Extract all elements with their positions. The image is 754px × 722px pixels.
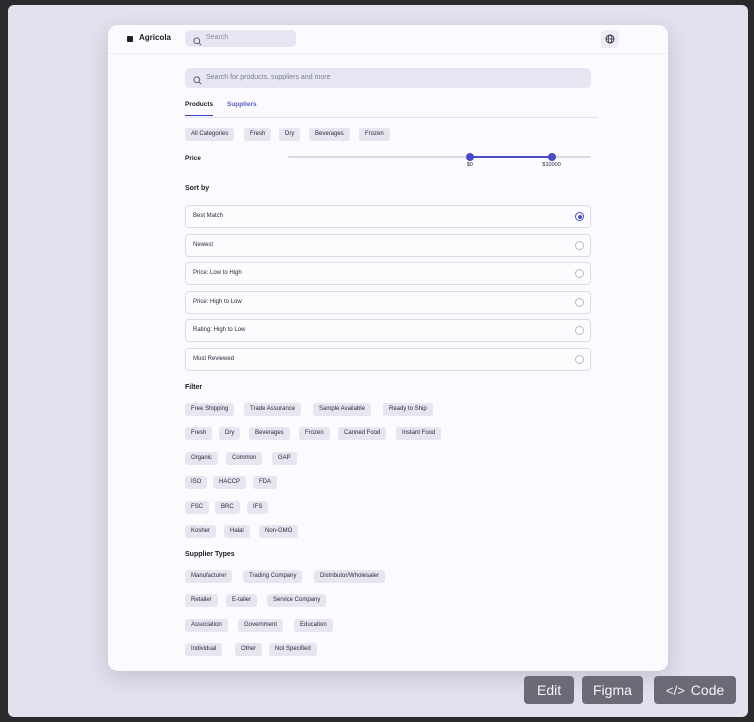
logo-icon — [127, 36, 133, 42]
tab-bar: Products Suppliers — [185, 99, 598, 118]
language-button[interactable] — [601, 30, 619, 48]
supplier-chip-manufacturer[interactable]: Manufacturer — [185, 570, 233, 583]
preview-stage: Agricola Search Search for products, sup… — [8, 5, 748, 717]
app-window: Agricola Search Search for products, sup… — [108, 25, 668, 671]
filter-chip-organic[interactable]: Organic — [185, 452, 219, 465]
supplier-chip-not-specified[interactable]: Not Specified — [269, 643, 317, 656]
filter-chip-iso[interactable]: ISO — [185, 476, 208, 489]
sort-option-label: Best Match — [193, 213, 224, 219]
price-min-value: $0 — [466, 162, 473, 168]
sort-option-label: Price: Low to High — [193, 270, 242, 276]
header-search-placeholder: Search — [206, 34, 229, 41]
supplier-chip-other[interactable]: Other — [235, 643, 263, 656]
filter-chip-fsc[interactable]: FSC — [185, 501, 209, 514]
header-search-input[interactable]: Search — [185, 30, 296, 47]
price-max-value: $10000 — [542, 162, 561, 168]
filter-chip-frozen[interactable]: Frozen — [299, 427, 330, 440]
sort-option-best-match[interactable]: Best Match — [185, 205, 591, 228]
category-chip-frozen[interactable]: Frozen — [359, 128, 390, 141]
code-icon: </> — [666, 683, 685, 698]
supplier-chip-retailer[interactable]: Retailer — [185, 594, 218, 607]
filter-chip-haccp[interactable]: HACCP — [213, 476, 247, 489]
app-logo-text: Agricola — [139, 33, 172, 42]
globe-icon — [605, 34, 615, 44]
filter-chip-ifs[interactable]: IFS — [247, 501, 269, 514]
sort-option-newest[interactable]: Newest — [185, 234, 591, 257]
sort-option-price-low-high[interactable]: Price: Low to High — [185, 262, 591, 285]
filter-chip-kosher[interactable]: Kosher — [185, 525, 217, 538]
main-search-input[interactable]: Search for products, suppliers and more — [185, 68, 591, 88]
search-icon — [193, 72, 202, 90]
filter-chip-brc[interactable]: BRC — [215, 501, 240, 514]
radio-unselected[interactable] — [575, 241, 584, 250]
sort-option-label: Most Reviewed — [193, 356, 235, 362]
sort-option-most-reviewed[interactable]: Most Reviewed — [185, 348, 591, 371]
supplier-chip-individual[interactable]: Individual — [185, 643, 223, 656]
filter-chip-canned-food[interactable]: Canned Food — [338, 427, 387, 440]
price-slider-range — [469, 156, 552, 158]
supplier-types-title: Supplier Types — [185, 551, 235, 558]
filter-chip-dry[interactable]: Dry — [219, 427, 241, 440]
supplier-chip-service-company[interactable]: Service Company — [267, 594, 327, 607]
sort-option-label: Price: High to Low — [193, 299, 242, 305]
filter-chip-fresh[interactable]: Fresh — [185, 427, 213, 440]
radio-unselected[interactable] — [575, 355, 584, 364]
tab-suppliers[interactable]: Suppliers — [227, 101, 257, 108]
category-chip-dry[interactable]: Dry — [279, 128, 301, 141]
price-slider-min-handle[interactable] — [465, 153, 474, 161]
price-label: Price — [185, 155, 201, 162]
filter-chip-beverages[interactable]: Beverages — [249, 427, 290, 440]
category-chip-fresh[interactable]: Fresh — [244, 128, 272, 141]
sort-option-label: Newest — [193, 242, 214, 248]
supplier-chip-distributor[interactable]: Distributor/Wholesaler — [314, 570, 386, 583]
filter-chip-non-gmo[interactable]: Non-GMO — [259, 525, 299, 538]
filter-chip-fda[interactable]: FDA — [253, 476, 277, 489]
filter-chip-instant-food[interactable]: Instant Food — [396, 427, 442, 440]
filter-chip-sample-available[interactable]: Sample Available — [313, 403, 371, 416]
radio-unselected[interactable] — [575, 298, 584, 307]
filter-chip-trade-assurance[interactable]: Trade Assurance — [244, 403, 302, 416]
tab-products[interactable]: Products — [185, 101, 214, 116]
filter-chip-gap[interactable]: GAP — [272, 452, 297, 465]
edit-button[interactable]: Edit — [524, 676, 575, 704]
category-chip-all[interactable]: All Categories — [185, 128, 235, 141]
sort-option-price-high-low[interactable]: Price: High to Low — [185, 291, 591, 314]
supplier-chip-trading-company[interactable]: Trading Company — [243, 570, 303, 583]
radio-selected[interactable] — [575, 212, 584, 221]
code-button-label: Code — [690, 682, 725, 698]
code-button[interactable]: </> Code — [654, 676, 737, 704]
main-search-placeholder: Search for products, suppliers and more — [206, 74, 331, 81]
sort-by-title: Sort by — [185, 185, 210, 192]
supplier-chip-association[interactable]: Association — [185, 619, 228, 632]
filter-chip-common[interactable]: Common — [226, 452, 263, 465]
sort-option-rating[interactable]: Rating: High to Low — [185, 319, 591, 342]
supplier-chip-government[interactable]: Government — [238, 619, 284, 632]
filter-chip-free-shipping[interactable]: Free Shipping — [185, 403, 235, 416]
top-navigation-bar: Agricola Search — [108, 25, 668, 54]
radio-unselected[interactable] — [575, 269, 584, 278]
supplier-chip-e-tailer[interactable]: E-tailer — [226, 594, 258, 607]
filter-title: Filter — [185, 384, 203, 391]
sort-option-label: Rating: High to Low — [193, 327, 246, 333]
filter-chip-halal[interactable]: Halal — [224, 525, 250, 538]
supplier-chip-education[interactable]: Education — [294, 619, 333, 632]
figma-button[interactable]: Figma — [582, 676, 643, 704]
search-icon — [193, 33, 202, 51]
filter-chip-ready-to-ship[interactable]: Ready to Ship — [383, 403, 433, 416]
price-slider-max-handle[interactable] — [547, 153, 556, 161]
radio-unselected[interactable] — [575, 326, 584, 335]
category-chip-beverages[interactable]: Beverages — [309, 128, 350, 141]
